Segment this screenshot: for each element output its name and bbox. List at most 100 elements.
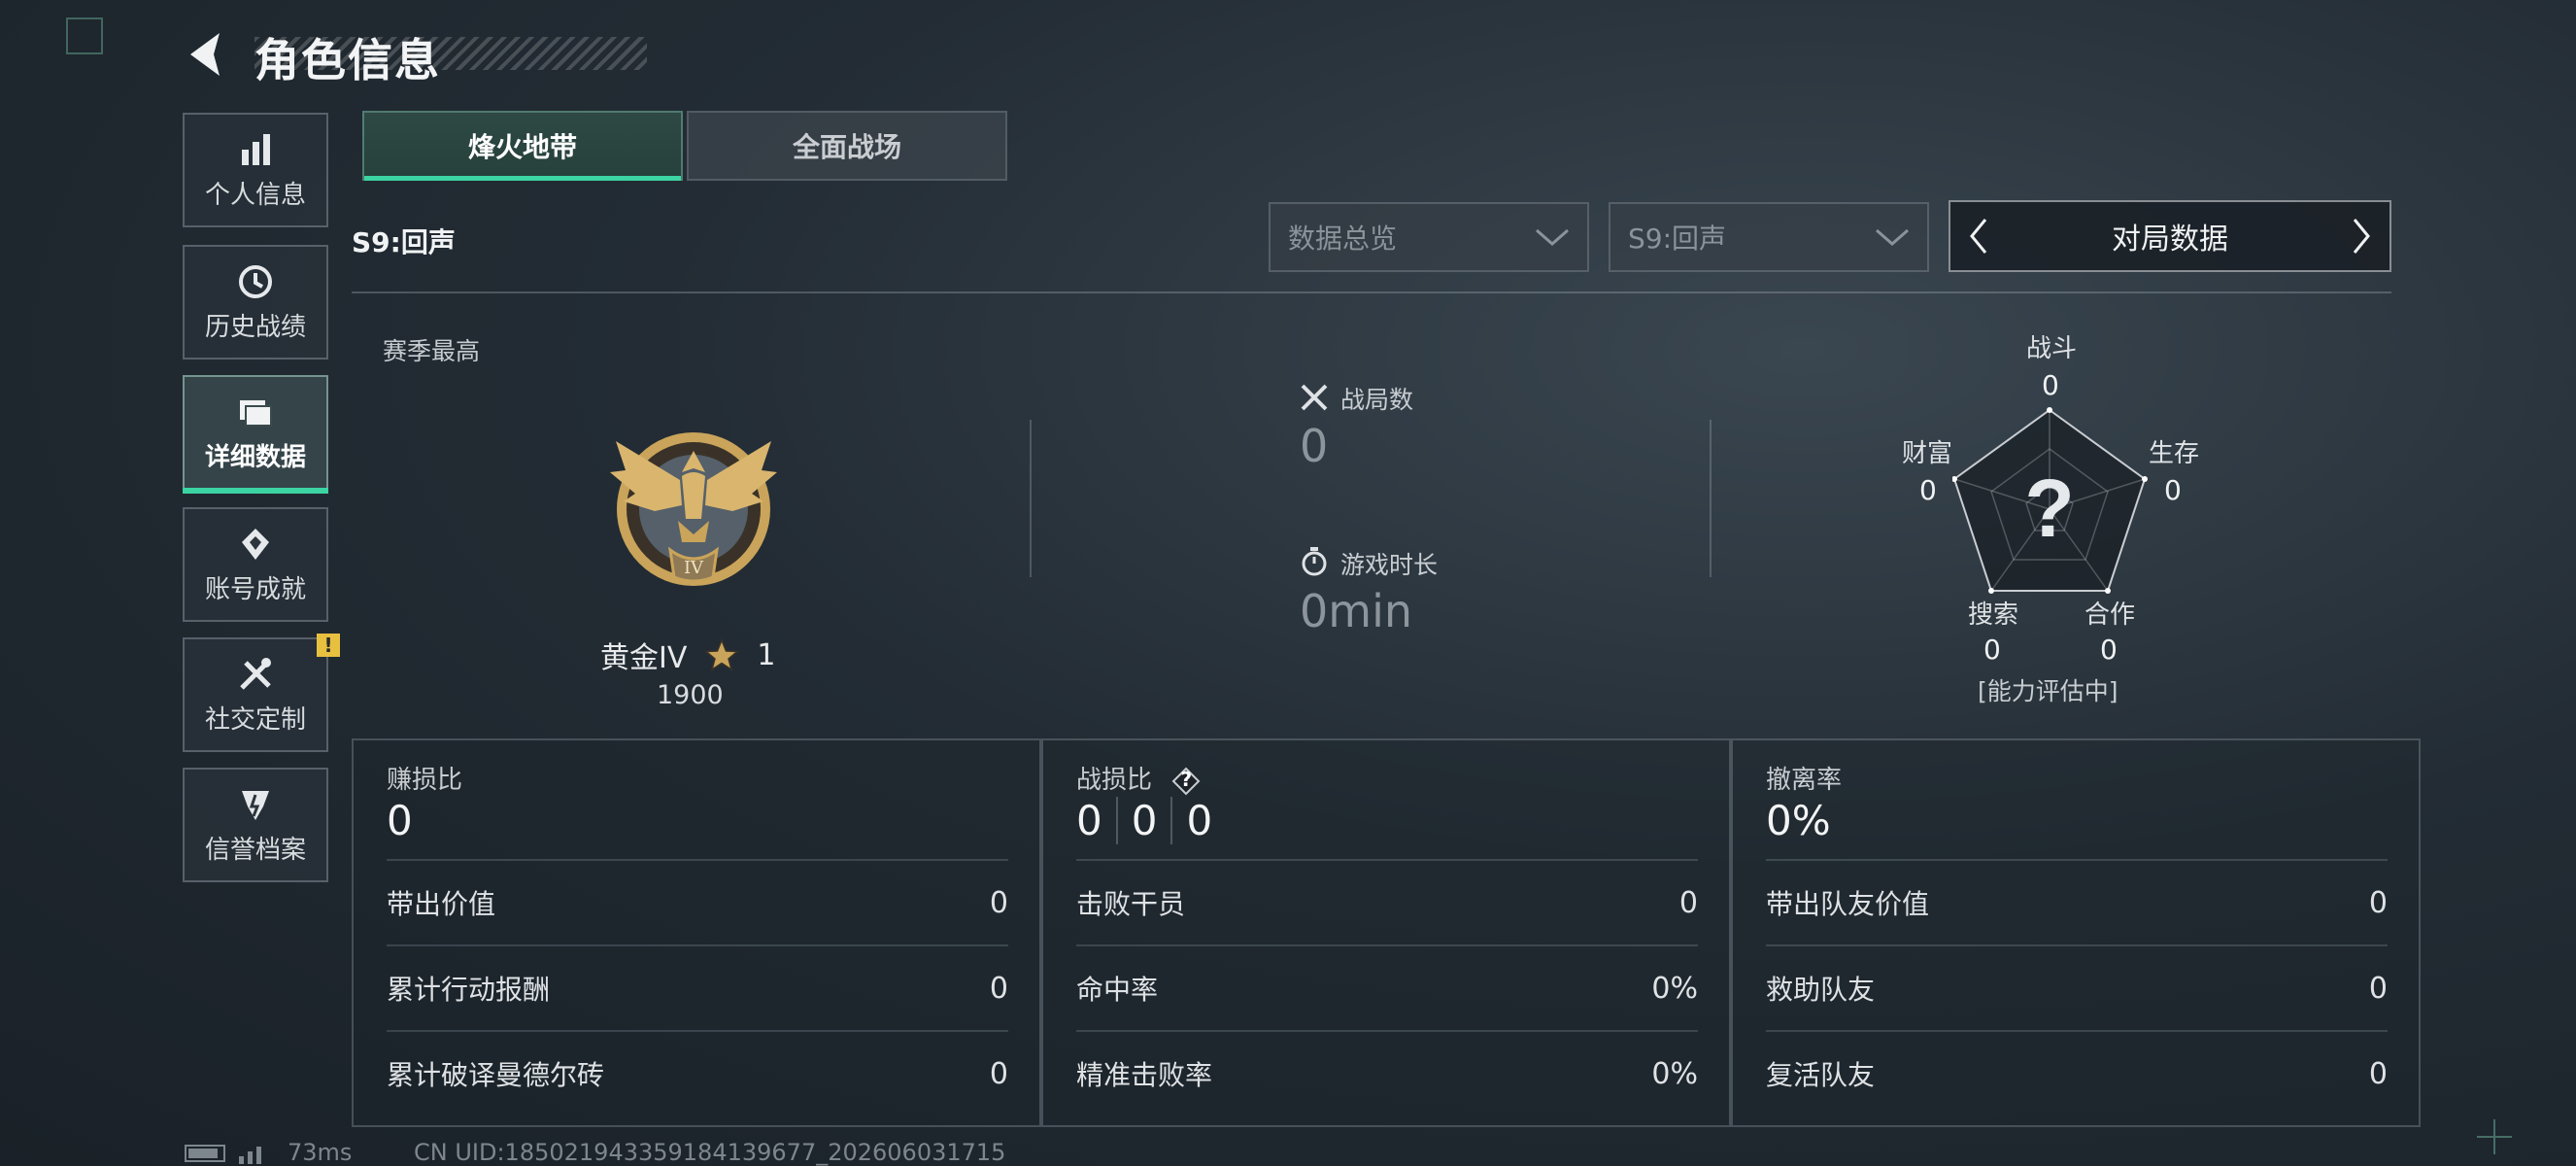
radar-value-search: 0 bbox=[1983, 634, 2001, 666]
rank-emblem: IV bbox=[610, 432, 777, 586]
stat-label: 复活队友 bbox=[1766, 1059, 1876, 1091]
radar-value-combat: 0 bbox=[2042, 369, 2059, 401]
chevron-left-icon[interactable] bbox=[1964, 214, 1993, 258]
card-value: 0 bbox=[387, 797, 413, 844]
radar-label-survival: 生存 bbox=[2149, 439, 2200, 468]
card-title-text: 战损比 bbox=[1076, 766, 1153, 795]
battery-signal-icon bbox=[185, 1145, 261, 1164]
star-icon bbox=[704, 638, 740, 671]
season-best-label: 赛季最高 bbox=[383, 337, 481, 365]
card-title: 赚损比 bbox=[387, 766, 463, 795]
kill-death-card: 战损比 ? 0 0 0 击败干员 0 命中率 0% 精准击败率 0% bbox=[1041, 738, 1731, 1127]
sidebar-item-personal-info[interactable]: 个人信息 bbox=[183, 113, 328, 227]
tools-icon bbox=[240, 657, 271, 690]
playtime-label: 游戏时长 bbox=[1340, 551, 1439, 579]
radar-status: [能力评估中] bbox=[1978, 677, 2118, 705]
stat-value: 0 bbox=[989, 971, 1008, 1006]
stat-label: 救助队友 bbox=[1766, 974, 1876, 1006]
stat-row: 精准击败率 0% bbox=[1076, 1030, 1698, 1115]
crosshair-icon bbox=[2477, 1119, 2512, 1154]
ping-text: 73ms bbox=[288, 1139, 353, 1166]
stat-row: 带出价值 0 bbox=[387, 859, 1008, 944]
radar-label-wealth: 财富 bbox=[1902, 439, 1953, 468]
sidebar-item-label: 信誉档案 bbox=[204, 835, 306, 865]
stat-value: 0 bbox=[989, 885, 1008, 920]
stat-label: 带出队友价值 bbox=[1766, 888, 1930, 920]
radar-label-search: 搜索 bbox=[1968, 600, 2019, 630]
stat-row: 救助队友 0 bbox=[1766, 944, 2388, 1030]
bar-chart-icon bbox=[242, 133, 270, 165]
tab-full-battlefield[interactable]: 全面战场 bbox=[687, 111, 1007, 181]
help-icon-glyph: ? bbox=[1180, 767, 1193, 791]
overview-dropdown[interactable]: 数据总览 bbox=[1269, 202, 1589, 272]
stat-row: 命中率 0% bbox=[1076, 944, 1698, 1030]
sidebar-item-detailed-data[interactable]: 详细数据 bbox=[183, 375, 328, 494]
stat-label: 精准击败率 bbox=[1076, 1059, 1213, 1091]
radar-value-wealth: 0 bbox=[1919, 474, 1937, 506]
profit-loss-card: 赚损比 0 带出价值 0 累计行动报酬 0 累计破译曼德尔砖 0 bbox=[352, 738, 1041, 1127]
season-dropdown-label: S9:回声 bbox=[1628, 223, 1727, 255]
corner-mark bbox=[66, 17, 103, 54]
stat-label: 带出价值 bbox=[387, 888, 496, 920]
sidebar-item-history[interactable]: 历史战绩 bbox=[183, 245, 328, 360]
stat-row: 击败干员 0 bbox=[1076, 859, 1698, 944]
stat-value: 0 bbox=[989, 1056, 1008, 1091]
sidebar-item-achievements[interactable]: 账号成就 bbox=[183, 507, 328, 622]
back-arrow-icon[interactable] bbox=[185, 29, 223, 80]
stat-label: 击败干员 bbox=[1076, 888, 1186, 920]
radar-label-cooperation: 合作 bbox=[2085, 600, 2136, 630]
rank-stars: 1 bbox=[757, 637, 776, 672]
card-title: 战损比 ? bbox=[1076, 760, 1201, 796]
achievement-icon bbox=[242, 528, 269, 560]
divider bbox=[1030, 420, 1032, 577]
stat-value: 0% bbox=[1651, 971, 1698, 1006]
page-title: 角色信息 bbox=[254, 34, 441, 86]
stat-label: 累计破译曼德尔砖 bbox=[387, 1059, 605, 1091]
extraction-rate-card: 撤离率 0% 带出队友价值 0 救助队友 0 复活队友 0 bbox=[1731, 738, 2421, 1127]
sidebar-item-social[interactable]: 社交定制 ! bbox=[183, 634, 340, 752]
divider bbox=[352, 292, 2391, 293]
tab-beacon-zone[interactable]: 烽火地带 bbox=[362, 111, 683, 181]
stopwatch-icon bbox=[1302, 547, 1327, 576]
season-label: S9:回声 bbox=[352, 226, 456, 258]
stat-value: 0 bbox=[2368, 885, 2388, 920]
data-pager: 对局数据 bbox=[1949, 200, 2391, 272]
matches-label: 战局数 bbox=[1340, 386, 1414, 414]
radar-value-cooperation: 0 bbox=[2100, 634, 2118, 666]
season-dropdown[interactable]: S9:回声 bbox=[1609, 202, 1929, 272]
chevron-down-icon bbox=[1536, 228, 1569, 246]
pager-label: 对局数据 bbox=[2112, 223, 2228, 257]
stat-value: 0 bbox=[2368, 1056, 2388, 1091]
chevron-down-icon bbox=[1876, 228, 1909, 246]
overview-dropdown-label: 数据总览 bbox=[1288, 223, 1398, 255]
help-icon[interactable]: ? bbox=[1171, 767, 1201, 796]
sidebar-item-credit[interactable]: 信誉档案 bbox=[183, 768, 328, 882]
chevron-right-icon[interactable] bbox=[2347, 214, 2376, 258]
stat-value: 0 bbox=[1678, 885, 1698, 920]
stat-row: 复活队友 0 bbox=[1766, 1030, 2388, 1115]
credit-icon bbox=[242, 790, 269, 820]
uid-text: CN UID:18502194335918413967​7_2026060317… bbox=[414, 1139, 1006, 1166]
stat-value: 0 bbox=[2368, 971, 2388, 1006]
sidebar-item-label: 社交定制 bbox=[204, 704, 306, 735]
folder-icon bbox=[240, 399, 272, 427]
stat-row: 带出队友价值 0 bbox=[1766, 859, 2388, 944]
stat-label: 命中率 bbox=[1076, 974, 1159, 1006]
sidebar-item-label: 历史战绩 bbox=[204, 312, 306, 342]
rank-name: 黄金IV bbox=[600, 641, 688, 675]
notification-badge: ! bbox=[317, 634, 340, 657]
sidebar-item-label: 账号成就 bbox=[204, 574, 306, 604]
rank-score: 1900 bbox=[657, 680, 724, 710]
rank-line: 黄金IV 1 bbox=[600, 634, 775, 676]
stat-row: 累计破译曼德尔砖 0 bbox=[387, 1030, 1008, 1115]
sidebar-item-label: 个人信息 bbox=[204, 180, 306, 210]
radar-label-combat: 战斗 bbox=[2026, 334, 2078, 363]
playtime-value: 0min bbox=[1300, 585, 1413, 637]
card-value-group: 0 0 0 bbox=[1076, 797, 1226, 844]
radar-value-survival: 0 bbox=[2164, 474, 2182, 506]
sidebar-item-label: 详细数据 bbox=[204, 442, 306, 472]
ability-radar-chart: ? bbox=[1952, 407, 2148, 594]
svg-text:IV: IV bbox=[684, 558, 704, 578]
card-value: 0% bbox=[1766, 797, 1831, 844]
history-icon bbox=[239, 264, 272, 298]
